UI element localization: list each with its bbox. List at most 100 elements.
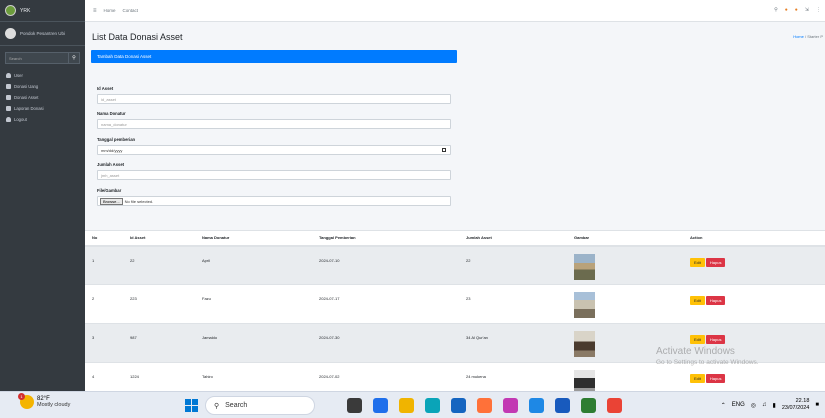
notification-icon[interactable]: ■ <box>815 402 819 408</box>
weather-icon: 1 <box>18 393 34 409</box>
breadcrumb-current: Starter P <box>807 34 823 39</box>
menu-dots-icon[interactable]: ⋮ <box>816 7 821 13</box>
taskbar-app-icon[interactable] <box>399 398 414 413</box>
page-title: List Data Donasi Asset <box>92 32 183 42</box>
avatar <box>5 28 16 39</box>
col-gambar: Gambar <box>567 230 683 247</box>
id-asset-label: Id Asset <box>97 86 114 91</box>
activate-windows-watermark: Activate Windows Go to Settings to activ… <box>656 346 759 366</box>
weather-widget[interactable]: 1 82°F Mostly cloudy <box>18 393 71 409</box>
file-icon <box>6 95 11 100</box>
col-jumlah: Jumlah Asset <box>459 230 567 247</box>
tanggal-pemberian-input[interactable]: mm/dd/yyyy <box>97 145 451 155</box>
table-row: 1 22 April 2024-07-10 22 Edit Hapus <box>85 245 825 285</box>
person-icon <box>6 73 11 78</box>
taskbar-search[interactable]: ⚲ Search <box>205 396 315 415</box>
chevron-up-icon[interactable]: ⌃ <box>721 402 726 409</box>
windows-start-icon[interactable] <box>185 399 198 412</box>
network-icon[interactable]: ◎ <box>751 402 756 409</box>
brand[interactable]: YRK <box>0 0 85 22</box>
taskbar-app-icon[interactable] <box>451 398 466 413</box>
battery-icon[interactable]: ▮ <box>773 402 776 409</box>
calendar-icon[interactable] <box>442 148 446 152</box>
search-icon: ⚲ <box>214 402 220 410</box>
hapus-button[interactable]: Hapus <box>705 296 726 305</box>
weather-desc: Mostly cloudy <box>37 402 71 408</box>
asset-image <box>574 331 595 357</box>
taskbar-app-icon[interactable] <box>529 398 544 413</box>
taskbar-app-icon[interactable] <box>503 398 518 413</box>
file-input[interactable]: Browse... No file selected. <box>97 196 451 206</box>
bell-icon[interactable]: ● <box>785 7 788 13</box>
table-row: 4 1224 Tahiro 2024-07-02 24 mukena Edit H… <box>85 362 825 391</box>
clock-time: 22.18 <box>795 398 810 404</box>
taskbar-app-icon[interactable] <box>555 398 570 413</box>
file-status: No file selected. <box>124 198 154 204</box>
sidebar-search-input[interactable]: Search <box>5 52 68 64</box>
col-no: No <box>85 230 123 247</box>
asset-image <box>574 253 595 280</box>
tanggal-pemberian-label: Tanggal pemberian <box>97 137 136 142</box>
search-icon[interactable]: ⚲ <box>68 52 80 64</box>
date-placeholder: mm/dd/yyyy <box>101 147 123 153</box>
taskbar-app-icon[interactable] <box>477 398 492 413</box>
sidebar-item-logout[interactable]: Logout <box>0 114 85 125</box>
main-content: List Data Donasi Asset Home / Starter P … <box>85 22 825 391</box>
edit-button[interactable]: Edit <box>690 296 705 305</box>
hamburger-icon[interactable]: ≡ <box>93 8 97 14</box>
weather-badge: 1 <box>18 393 25 400</box>
expand-icon[interactable]: ⇲ <box>805 7 809 13</box>
topbar: ≡ Home Contact ⚲ ● ● ⇲ ⋮ <box>85 0 825 22</box>
person-icon <box>6 117 11 122</box>
hapus-button[interactable]: Hapus <box>705 374 726 383</box>
asset-image <box>574 370 595 391</box>
brand-text: YRK <box>20 7 31 14</box>
volume-icon[interactable]: ♫ <box>762 402 767 408</box>
nav-link-home[interactable]: Home <box>104 8 116 13</box>
hapus-button[interactable]: Hapus <box>705 335 726 344</box>
language-indicator[interactable]: ENG <box>732 402 745 408</box>
sidebar-item-laporan-donasi[interactable]: Laporan Donasi <box>0 103 85 114</box>
edit-button[interactable]: Edit <box>690 257 705 267</box>
id-asset-input[interactable]: id_asset <box>97 94 451 104</box>
breadcrumb-home[interactable]: Home <box>793 34 804 39</box>
edit-button[interactable]: Edit <box>690 374 705 383</box>
add-asset-form: Id Asset id_asset Nama Donatur nama_dona… <box>91 63 457 242</box>
asset-image <box>574 292 595 318</box>
nama-donatur-input[interactable]: nama_donatur <box>97 119 451 129</box>
clock-date: 23/07/2024 <box>781 405 810 411</box>
asset-table: No Id Asset Nama Donatur Tanggal Pemberi… <box>85 230 825 391</box>
jumlah-asset-label: Jumlah Asset <box>97 162 125 167</box>
sidebar-item-donasi-uang[interactable]: Donasi Uang <box>0 81 85 92</box>
sidebar-item-donasi-asset[interactable]: Donasi Asset <box>0 92 85 103</box>
sidebar-search: Search ⚲ <box>5 52 80 64</box>
browse-button[interactable]: Browse... <box>100 197 123 205</box>
sidebar-item-user[interactable]: User <box>0 70 85 81</box>
file-icon <box>6 106 11 111</box>
user-panel[interactable]: Pondok Pesantren Ubi <box>0 22 85 46</box>
jumlah-asset-input[interactable]: jmh_asset <box>97 170 451 180</box>
hapus-button[interactable]: Hapus <box>705 257 726 267</box>
taskbar-app-icon[interactable] <box>347 398 362 413</box>
brand-logo <box>5 5 16 16</box>
taskbar-search-label: Search <box>225 402 248 409</box>
clock[interactable]: 22.18 23/07/2024 <box>782 398 810 412</box>
col-id-asset: Id Asset <box>123 230 195 247</box>
taskbar-app-icon[interactable] <box>607 398 622 413</box>
user-name: Pondok Pesantren Ubi <box>20 31 66 36</box>
nav-link-contact[interactable]: Contact <box>123 8 139 13</box>
topbar-icons: ⚲ ● ● ⇲ ⋮ <box>774 7 821 13</box>
taskbar: 1 82°F Mostly cloudy ⚲ Search ⌃ ENG ◎ ♫ … <box>0 391 825 418</box>
table-row: 2 223 Fazu 2024-07-17 23 Edit Hapus <box>85 284 825 324</box>
chat-icon[interactable]: ● <box>795 7 798 13</box>
search-icon[interactable]: ⚲ <box>774 7 778 13</box>
taskbar-app-icon[interactable] <box>425 398 440 413</box>
edit-button[interactable]: Edit <box>690 335 705 344</box>
file-gambar-label: File/Gambar <box>97 188 122 193</box>
file-icon <box>6 84 11 89</box>
taskbar-app-icon[interactable] <box>581 398 596 413</box>
col-action: Action <box>683 230 825 247</box>
taskbar-app-icon[interactable] <box>373 398 388 413</box>
col-tanggal: Tanggal Pemberian <box>312 230 459 247</box>
system-tray: ⌃ ENG ◎ ♫ ▮ 22.18 23/07/2024 ■ <box>721 398 819 412</box>
